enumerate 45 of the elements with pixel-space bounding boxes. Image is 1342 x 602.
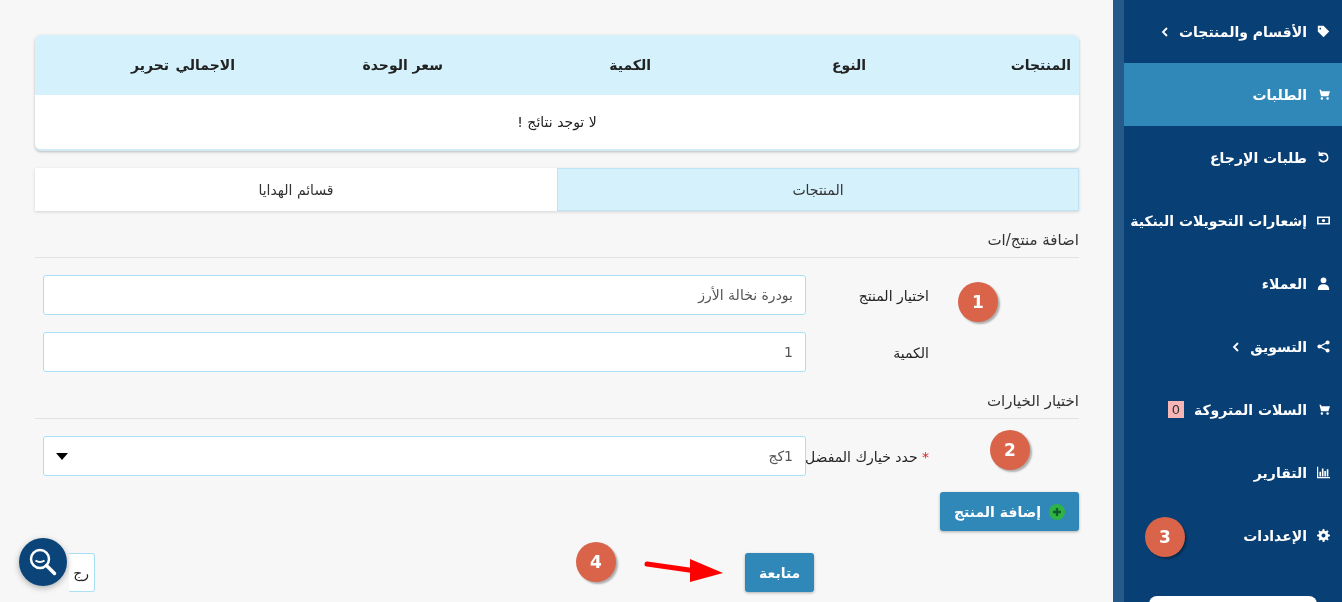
- caret-icon: [56, 452, 68, 460]
- sidebar-item[interactable]: طلبات الإرجاع: [1206, 126, 1342, 189]
- tag-icon: [1317, 25, 1330, 38]
- step-number: 1: [958, 282, 998, 322]
- banknote-icon: [1317, 214, 1330, 227]
- settings-icon: [1317, 529, 1330, 542]
- sidebar-item[interactable]: التسويق: [1228, 315, 1342, 378]
- cart-icon: [1317, 88, 1330, 101]
- count-badge: 0: [1167, 401, 1184, 418]
- share-icon: [1317, 340, 1330, 353]
- sidebar-item[interactable]: الأقسام والمنتجات: [1156, 0, 1342, 63]
- field-label: الكمية: [893, 344, 929, 361]
- section-title: اختيار الخيارات: [35, 372, 1079, 419]
- input-field[interactable]: 1: [43, 332, 806, 372]
- tab[interactable]: قسائم الهدايا: [35, 168, 557, 211]
- step-number: 4: [576, 542, 616, 582]
- input-field[interactable]: بودرة نخالة الأرز: [43, 275, 806, 315]
- select-field[interactable]: 1كج: [43, 436, 806, 476]
- field-label: اختيار المنتج: [858, 287, 929, 304]
- search-icon: [28, 547, 58, 577]
- add-product-button[interactable]: إضافة المنتج: [939, 492, 1079, 531]
- tab[interactable]: المنتجات: [557, 168, 1079, 211]
- column-header: المنتجات: [1009, 57, 1071, 73]
- column-header: سعر الوحدة: [361, 57, 443, 73]
- step-number: 2: [990, 430, 1030, 470]
- plus-icon: [1049, 503, 1065, 520]
- section-title: اضافة منتج/ات: [35, 211, 1079, 258]
- column-header: تحرير: [129, 57, 169, 73]
- bar-chart-icon: [1317, 466, 1330, 479]
- sidebar-item[interactable]: العملاء: [1257, 252, 1342, 315]
- search-button[interactable]: [19, 538, 67, 586]
- column-header: الكمية: [608, 57, 651, 73]
- back-button[interactable]: رج: [69, 553, 95, 592]
- sidebar-item[interactable]: الإعدادات: [1239, 504, 1342, 567]
- cart-icon: [1317, 403, 1330, 416]
- sidebar-item[interactable]: إشعارات التحويلات البنكية: [1126, 189, 1342, 252]
- continue-button[interactable]: متابعة: [745, 553, 815, 592]
- column-header: النوع: [830, 57, 866, 73]
- column-header: الاجمالي: [174, 57, 235, 73]
- sidebar-item[interactable]: التقارير: [1249, 441, 1342, 504]
- undo-icon: [1317, 151, 1330, 164]
- sidebar-item[interactable]: الطلبات: [1124, 63, 1342, 126]
- empty-message: لا توجد نتائج !: [516, 113, 598, 133]
- field-label: * حدد خيارك المفضل: [804, 448, 929, 465]
- user-icon: [1317, 277, 1330, 290]
